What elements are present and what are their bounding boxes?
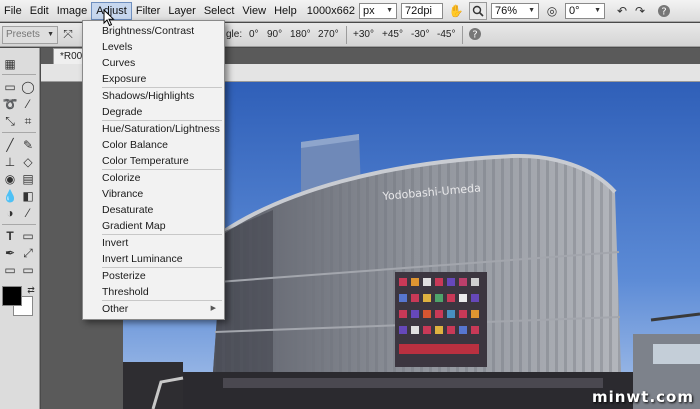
transform-tool-icon[interactable]: ⤡ (2, 113, 18, 129)
shape-icon[interactable]: ▭ (20, 228, 36, 244)
transform-icon[interactable]: ⤧ (58, 26, 78, 44)
image-size-readout: 1000x662 (306, 4, 356, 17)
zoom-select[interactable]: 76% ▼ (491, 2, 540, 19)
menu-item-color-temperature[interactable]: Color Temperature (83, 153, 224, 169)
undo-icon[interactable]: ↶ (613, 2, 631, 20)
menu-item-levels[interactable]: Levels (83, 39, 224, 55)
unit-select[interactable]: px ▼ (359, 2, 398, 19)
angle-180-button[interactable]: 180° (290, 23, 311, 47)
divider (462, 26, 463, 44)
eyedropper-icon[interactable]: ⁄ (20, 205, 36, 221)
brush-icon[interactable]: ╱ (2, 137, 18, 153)
menu-image[interactable]: Image (53, 2, 92, 20)
rotate-plus45-button[interactable]: +45° (382, 23, 403, 47)
redo-icon[interactable]: ↷ (631, 2, 649, 20)
svg-text:?: ? (472, 30, 477, 41)
zoom-icon[interactable]: ▭ (20, 262, 36, 278)
eye-icon[interactable]: ◉ (2, 171, 18, 187)
menu-item-threshold[interactable]: Threshold (83, 284, 224, 300)
chevron-down-icon: ▼ (594, 6, 602, 14)
zoom-value: 76% (495, 4, 518, 17)
divider (2, 74, 36, 75)
chevron-down-icon: ▼ (47, 30, 54, 38)
adjust-menu: Brightness/Contrast Levels Curves Exposu… (82, 20, 225, 320)
menu-file[interactable]: File (0, 2, 26, 20)
rotate-view-icon[interactable]: ◎ (543, 2, 561, 20)
menu-layer[interactable]: Layer (164, 2, 200, 20)
watermark: minwt.com (591, 388, 694, 406)
pointer-cursor-icon (103, 8, 117, 30)
chevron-down-icon: ▼ (528, 6, 536, 14)
menu-item-curves[interactable]: Curves (83, 55, 224, 71)
menu-item-color-balance[interactable]: Color Balance (83, 137, 224, 153)
rotate-minus30-button[interactable]: -30° (411, 23, 429, 47)
chevron-down-icon: ▼ (386, 6, 394, 14)
stamp-icon[interactable]: ⊥ (2, 154, 18, 170)
menu-item-vibrance[interactable]: Vibrance (83, 186, 224, 202)
foreground-color-swatch[interactable] (2, 286, 22, 306)
eraser-icon[interactable]: ◇ (20, 154, 36, 170)
swap-colors-icon[interactable]: ⇄ (23, 282, 39, 298)
menu-item-hue-saturation[interactable]: Hue/Saturation/Lightness (83, 121, 224, 137)
presets-select[interactable]: Presets ▼ (2, 25, 58, 44)
gradient-icon[interactable]: ◧ (20, 188, 36, 204)
divider (2, 224, 36, 225)
angle-90-button[interactable]: 90° (267, 23, 282, 47)
menu-item-shadows-highlights[interactable]: Shadows/Highlights (83, 88, 224, 104)
resolution-value: 72dpi (405, 4, 432, 17)
lasso-icon[interactable]: ➰ (2, 96, 18, 112)
angle-label: gle: (226, 29, 243, 40)
menu-item-other[interactable]: Other ▶ (83, 301, 224, 317)
help-icon[interactable]: ? (468, 27, 482, 44)
help-icon[interactable]: ? (655, 2, 673, 20)
menu-item-colorize[interactable]: Colorize (83, 170, 224, 186)
menu-item-gradient-map[interactable]: Gradient Map (83, 218, 224, 234)
hand-icon[interactable]: ▭ (2, 262, 18, 278)
menu-filter[interactable]: Filter (132, 2, 164, 20)
chevron-right-icon: ▶ (210, 305, 216, 312)
rotate-minus45-button[interactable]: -45° (437, 23, 455, 47)
divider (2, 132, 36, 133)
menu-item-desaturate[interactable]: Desaturate (83, 202, 224, 218)
angle-0-button[interactable]: 0° (249, 23, 259, 47)
rect-select-icon[interactable]: ▭ (2, 79, 18, 95)
path-select-icon[interactable]: ⤢ (20, 245, 36, 261)
fill-icon[interactable]: ▤ (20, 171, 36, 187)
menu-item-exposure[interactable]: Exposure (83, 71, 224, 87)
tool-panel: ▦ ▭ ◯ ➰ ⁄ ⤡ ⌗ ╱ ✎ ⊥ ◇ ◉ ▤ 💧 ◧ ◑ ⁄ T ▭ ✒ … (0, 48, 40, 409)
presets-label: Presets (6, 28, 40, 40)
angle-select[interactable]: 0° ▼ (565, 2, 606, 19)
text-tool-icon[interactable]: T (2, 228, 18, 244)
menu-item-posterize[interactable]: Posterize (83, 268, 224, 284)
dodge-icon[interactable]: ◑ (2, 205, 18, 221)
magic-wand-icon[interactable]: ⁄ (20, 96, 36, 112)
menu-view[interactable]: View (238, 2, 270, 20)
menu-item-degrade[interactable]: Degrade (83, 104, 224, 120)
divider (346, 26, 347, 44)
angle-270-button[interactable]: 270° (318, 23, 339, 47)
ellipse-select-icon[interactable]: ◯ (20, 79, 36, 95)
menu-edit[interactable]: Edit (26, 2, 53, 20)
crop-icon[interactable]: ⌗ (20, 113, 36, 129)
menu-item-other-label: Other (102, 303, 129, 315)
menu-select[interactable]: Select (200, 2, 239, 20)
svg-text:?: ? (661, 6, 666, 17)
hand-tool-icon[interactable]: ✋ (447, 2, 465, 20)
artboard-icon[interactable]: ▦ (2, 56, 18, 72)
unit-value: px (363, 4, 375, 17)
pencil-icon[interactable]: ✎ (20, 137, 36, 153)
resolution-field[interactable]: 72dpi (401, 2, 444, 19)
menu-item-invert[interactable]: Invert (83, 235, 224, 251)
angle-value: 0° (569, 4, 580, 17)
zoom-tool-icon[interactable] (469, 1, 488, 20)
menu-help[interactable]: Help (270, 2, 301, 20)
rotate-plus30-button[interactable]: +30° (353, 23, 374, 47)
menu-item-invert-luminance[interactable]: Invert Luminance (83, 251, 224, 267)
blur-icon[interactable]: 💧 (2, 188, 18, 204)
pen-icon[interactable]: ✒ (2, 245, 18, 261)
